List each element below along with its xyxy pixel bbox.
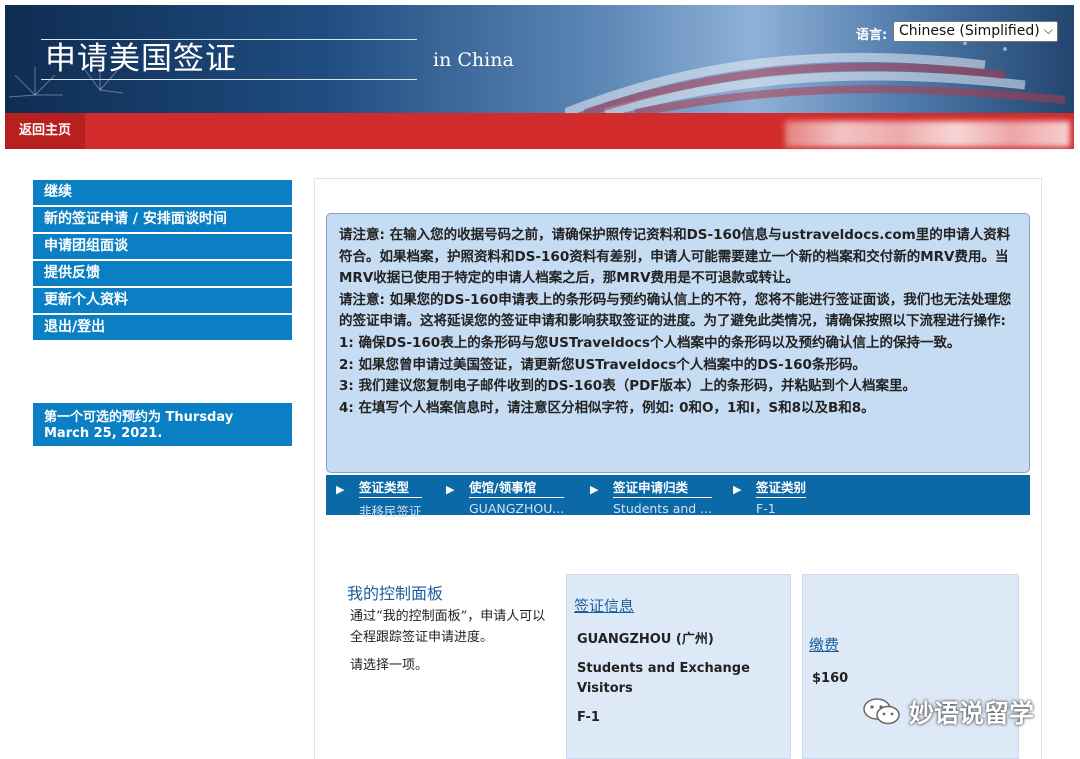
sidebar-item-new-application[interactable]: 新的签证申请 / 安排面谈时间 [33, 207, 292, 232]
notice-paragraph: 请注意: 如果您的DS-160申请表上的条形码与预约确认信上的不符，您将不能进行… [339, 291, 1012, 330]
application-progress-bar: ▶ 签证类型 非移民签证 ▶ 使馆/领事馆 GUANGZHOU... ▶ 签证申… [326, 475, 1030, 519]
sidebar-item-continue[interactable]: 继续 [33, 180, 292, 205]
step-visa-type[interactable]: ▶ 签证类型 非移民签证 [336, 477, 422, 520]
header-banner: 申请美国签证 in China 语言: Chinese (Simplified)… [5, 5, 1074, 113]
language-select-value: Chinese (Simplified) [899, 23, 1040, 39]
step-visa-class[interactable]: ▶ 签证类别 F-1 [733, 477, 807, 516]
step-arrow-icon: ▶ [336, 483, 345, 496]
sidebar-item-feedback[interactable]: 提供反馈 [33, 261, 292, 286]
title-rule-bottom [41, 79, 417, 80]
watermark-text: 妙语说留学 [909, 699, 1035, 728]
step-label: 签证类型 [359, 477, 422, 498]
home-link[interactable]: 返回主页 [5, 113, 85, 149]
chevron-down-icon: ⌵ [1043, 23, 1053, 37]
fee-link[interactable]: 缴费 [809, 634, 839, 655]
step-value: Students and ... [613, 501, 713, 516]
notice-paragraph: 请注意: 在输入您的收据号码之前，请确保护照传记资料和DS-160信息与ustr… [339, 227, 1011, 287]
language-select[interactable]: Chinese (Simplified) ⌵ [893, 21, 1058, 42]
fee-card: 缴费 $160 [802, 574, 1019, 759]
step-value: 非移民签证 [359, 504, 422, 519]
visa-class: F-1 [577, 710, 600, 725]
step-arrow-icon: ▶ [446, 483, 455, 496]
first-appointment-notice: 第一个可选的预约为 Thursday March 25, 2021. [33, 403, 292, 446]
sidebar: 继续 新的签证申请 / 安排面谈时间 申请团组面谈 提供反馈 更新个人资料 退出… [33, 180, 292, 342]
dashboard-instruction: 请选择一项。 [350, 658, 429, 673]
step-value: GUANGZHOU... [469, 501, 565, 516]
site-subtitle: in China [433, 49, 514, 71]
dashboard-title: 我的控制面板 [347, 584, 444, 603]
sidebar-item-group-interview[interactable]: 申请团组面谈 [33, 234, 292, 259]
site-title: 申请美国签证 [45, 41, 237, 77]
wechat-icon [863, 698, 900, 725]
step-post[interactable]: ▶ 使馆/领事馆 GUANGZHOU... [446, 477, 565, 516]
step-label: 签证申请归类 [613, 477, 713, 498]
visa-info-link[interactable]: 签证信息 [574, 595, 634, 616]
visa-post: GUANGZHOU (广州) [577, 632, 714, 647]
redacted-user-info [785, 121, 1070, 147]
important-notice-box: 请注意: 在输入您的收据号码之前，请确保护照传记资料和DS-160信息与ustr… [326, 213, 1030, 473]
step-visa-category[interactable]: ▶ 签证申请归类 Students and ... [590, 477, 713, 516]
step-label: 使馆/领事馆 [469, 477, 565, 498]
sidebar-item-update-profile[interactable]: 更新个人资料 [33, 288, 292, 313]
visa-info-card: 签证信息 GUANGZHOU (广州) Students and Exchang… [566, 574, 791, 759]
visa-category: Students and Exchange Visitors [577, 661, 750, 696]
step-arrow-icon: ▶ [590, 483, 599, 496]
notice-step: 1: 确保DS-160表上的条形码与您USTraveldocs个人档案中的条形码… [339, 334, 961, 351]
notice-step: 2: 如果您曾申请过美国签证，请更新您USTraveldocs个人档案中的DS-… [339, 356, 866, 373]
top-nav-bar: 返回主页 [5, 113, 1074, 149]
notice-step: 3: 我们建议您复制电子邮件收到的DS-160表（PDF版本）上的条形码，并粘贴… [339, 378, 917, 395]
fee-amount: $160 [812, 671, 849, 686]
notice-step: 4: 在填写个人档案信息时，请注意区分相似字符，例如: 0和O，1和I，S和8以… [339, 399, 875, 416]
step-value: F-1 [756, 501, 776, 516]
sidebar-item-logout[interactable]: 退出/登出 [33, 315, 292, 340]
step-arrow-icon: ▶ [733, 483, 742, 496]
dashboard-description: 通过“我的控制面板”，申请人可以全程跟踪签证申请进度。 [350, 609, 546, 645]
step-label: 签证类别 [756, 477, 807, 498]
language-label: 语言: [856, 28, 888, 43]
